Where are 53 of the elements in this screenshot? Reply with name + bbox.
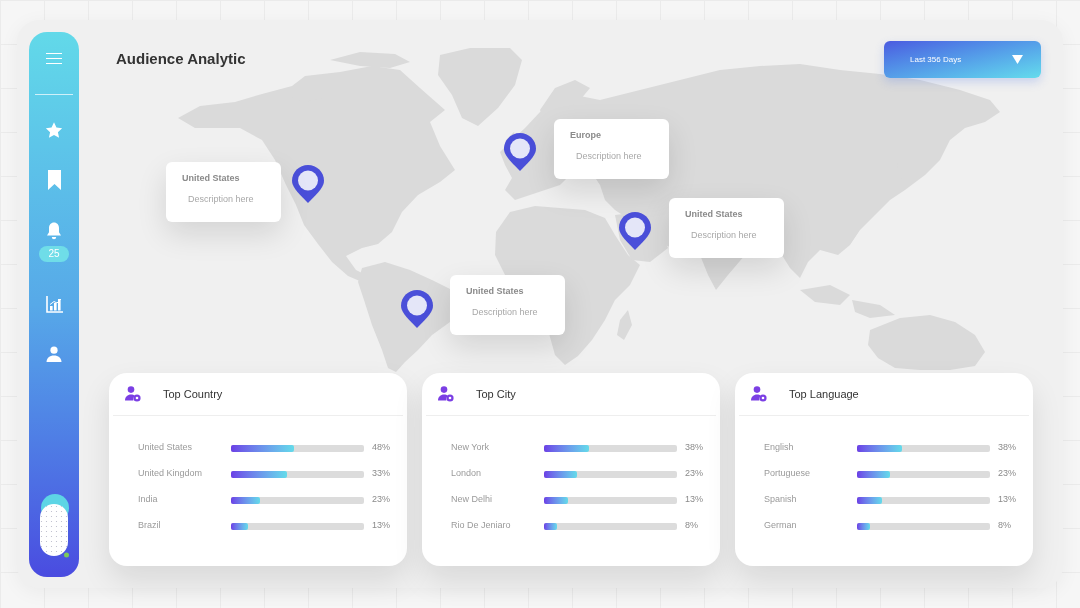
percent-value: 13% [372, 519, 390, 533]
map-pin-icon[interactable] [292, 165, 324, 203]
user-icon[interactable] [46, 346, 62, 362]
row-label: India [138, 493, 159, 507]
percent-value: 8% [998, 519, 1011, 533]
user-badge-icon [438, 386, 454, 402]
row-label: English [764, 441, 795, 455]
percent-value: 33% [372, 467, 390, 481]
callout-title: United States [466, 286, 524, 297]
page-title: Audience Analytic [116, 49, 246, 70]
row-label: Brazil [138, 519, 162, 533]
percent-value: 48% [372, 441, 390, 455]
row-label: German [764, 519, 798, 533]
row-label: New York [451, 441, 491, 455]
callout-title: Europe [570, 130, 601, 141]
caret-icon [1012, 55, 1023, 64]
percent-value: 13% [685, 493, 703, 507]
row-label: United Kingdom [138, 467, 204, 481]
star-icon[interactable] [45, 122, 63, 139]
percent-value: 23% [372, 493, 390, 507]
percent-value: 23% [998, 467, 1016, 481]
card-title: Top City [476, 386, 516, 402]
bar-chart-icon[interactable] [45, 296, 63, 313]
bookmark-icon[interactable] [47, 170, 61, 190]
callout-title: United States [685, 209, 743, 220]
dotted-pill-icon [38, 494, 70, 558]
map-pin-icon[interactable] [401, 290, 433, 328]
row-label: Spanish [764, 493, 798, 507]
row-label: Rio De Jeniaro [451, 519, 512, 533]
percent-value: 13% [998, 493, 1016, 507]
callout-description: Description here [188, 194, 254, 205]
row-label: United States [138, 441, 194, 455]
row-label: New Delhi [451, 493, 493, 507]
user-badge-icon [125, 386, 141, 402]
notification-badge: 25 [39, 246, 69, 262]
percent-value: 8% [685, 519, 698, 533]
row-label: London [451, 467, 483, 481]
row-label: Portuguese [764, 467, 812, 481]
percent-value: 38% [685, 441, 703, 455]
percent-value: 23% [685, 467, 703, 481]
percent-value: 38% [998, 441, 1016, 455]
menu-icon[interactable] [46, 53, 62, 64]
bell-icon[interactable] [46, 222, 62, 240]
callout-description: Description here [576, 151, 642, 162]
user-badge-icon [751, 386, 767, 402]
card-title: Top Language [789, 386, 859, 402]
callout-title: United States [182, 173, 240, 184]
map-pin-icon[interactable] [504, 133, 536, 171]
callout-description: Description here [691, 230, 757, 241]
map-pin-icon[interactable] [619, 212, 651, 250]
callout-description: Description here [472, 307, 538, 318]
card-title: Top Country [163, 386, 223, 402]
date-range-dropdown[interactable]: Last 356 Days [884, 41, 1041, 78]
